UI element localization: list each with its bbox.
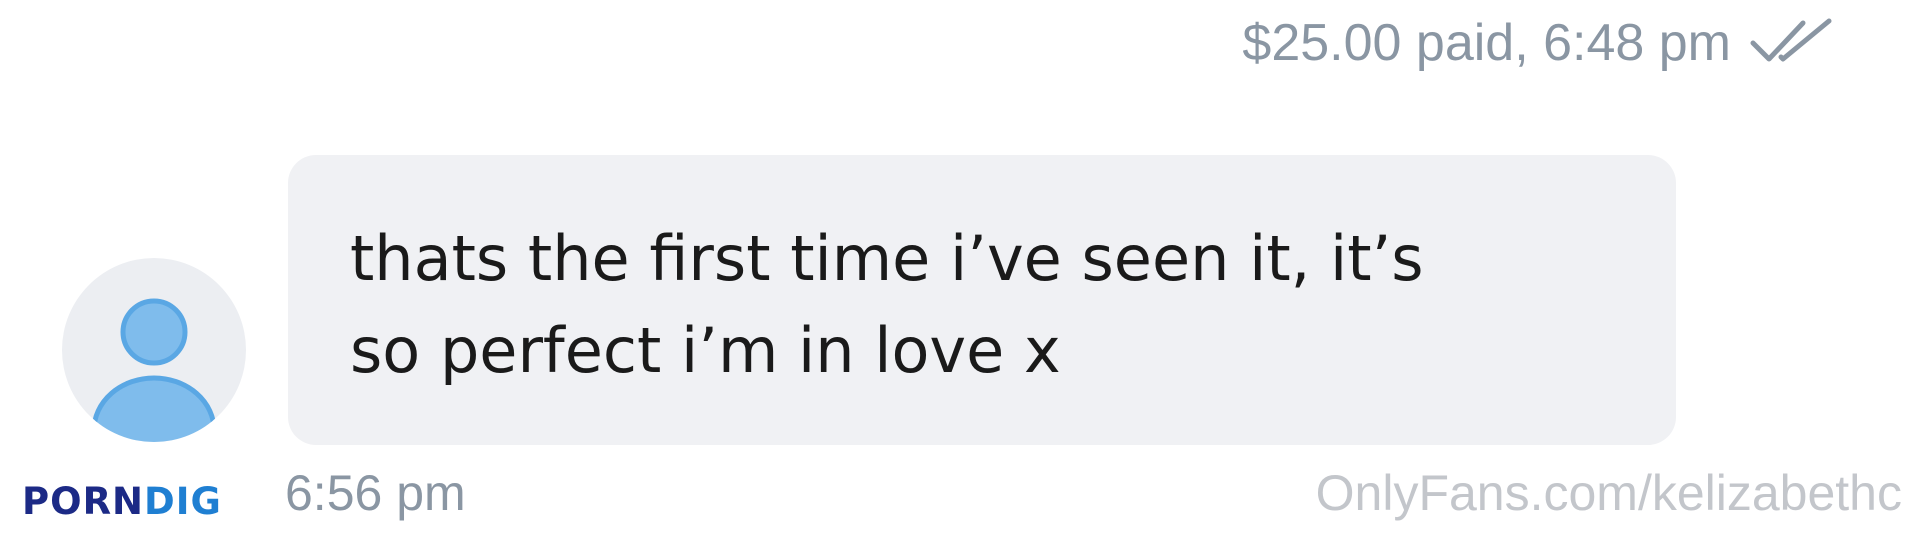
message-text-line-2: so perfect i’m in love x bbox=[350, 314, 1061, 387]
paid-status-text: $25.00 paid, 6:48 pm bbox=[1242, 14, 1731, 72]
logo-part-2: DIG bbox=[144, 480, 222, 523]
paid-status-row: $25.00 paid, 6:48 pm bbox=[1242, 8, 1835, 78]
double-check-icon bbox=[1749, 17, 1835, 69]
message-bubble: thats the first time i’ve seen it, it’s … bbox=[288, 155, 1676, 445]
porndig-logo: PORNDIG bbox=[22, 472, 222, 532]
logo-part-1: PORN bbox=[22, 480, 145, 523]
message-timestamp: 6:56 pm bbox=[285, 465, 466, 521]
watermark-text: OnlyFans.com/kelizabethc bbox=[1315, 465, 1902, 521]
message-text: thats the first time i’ve seen it, it’s … bbox=[350, 213, 1550, 397]
default-user-avatar-icon bbox=[91, 298, 217, 442]
message-text-line-1: thats the first time i’ve seen it, it’s bbox=[350, 222, 1424, 295]
avatar[interactable] bbox=[62, 258, 246, 442]
